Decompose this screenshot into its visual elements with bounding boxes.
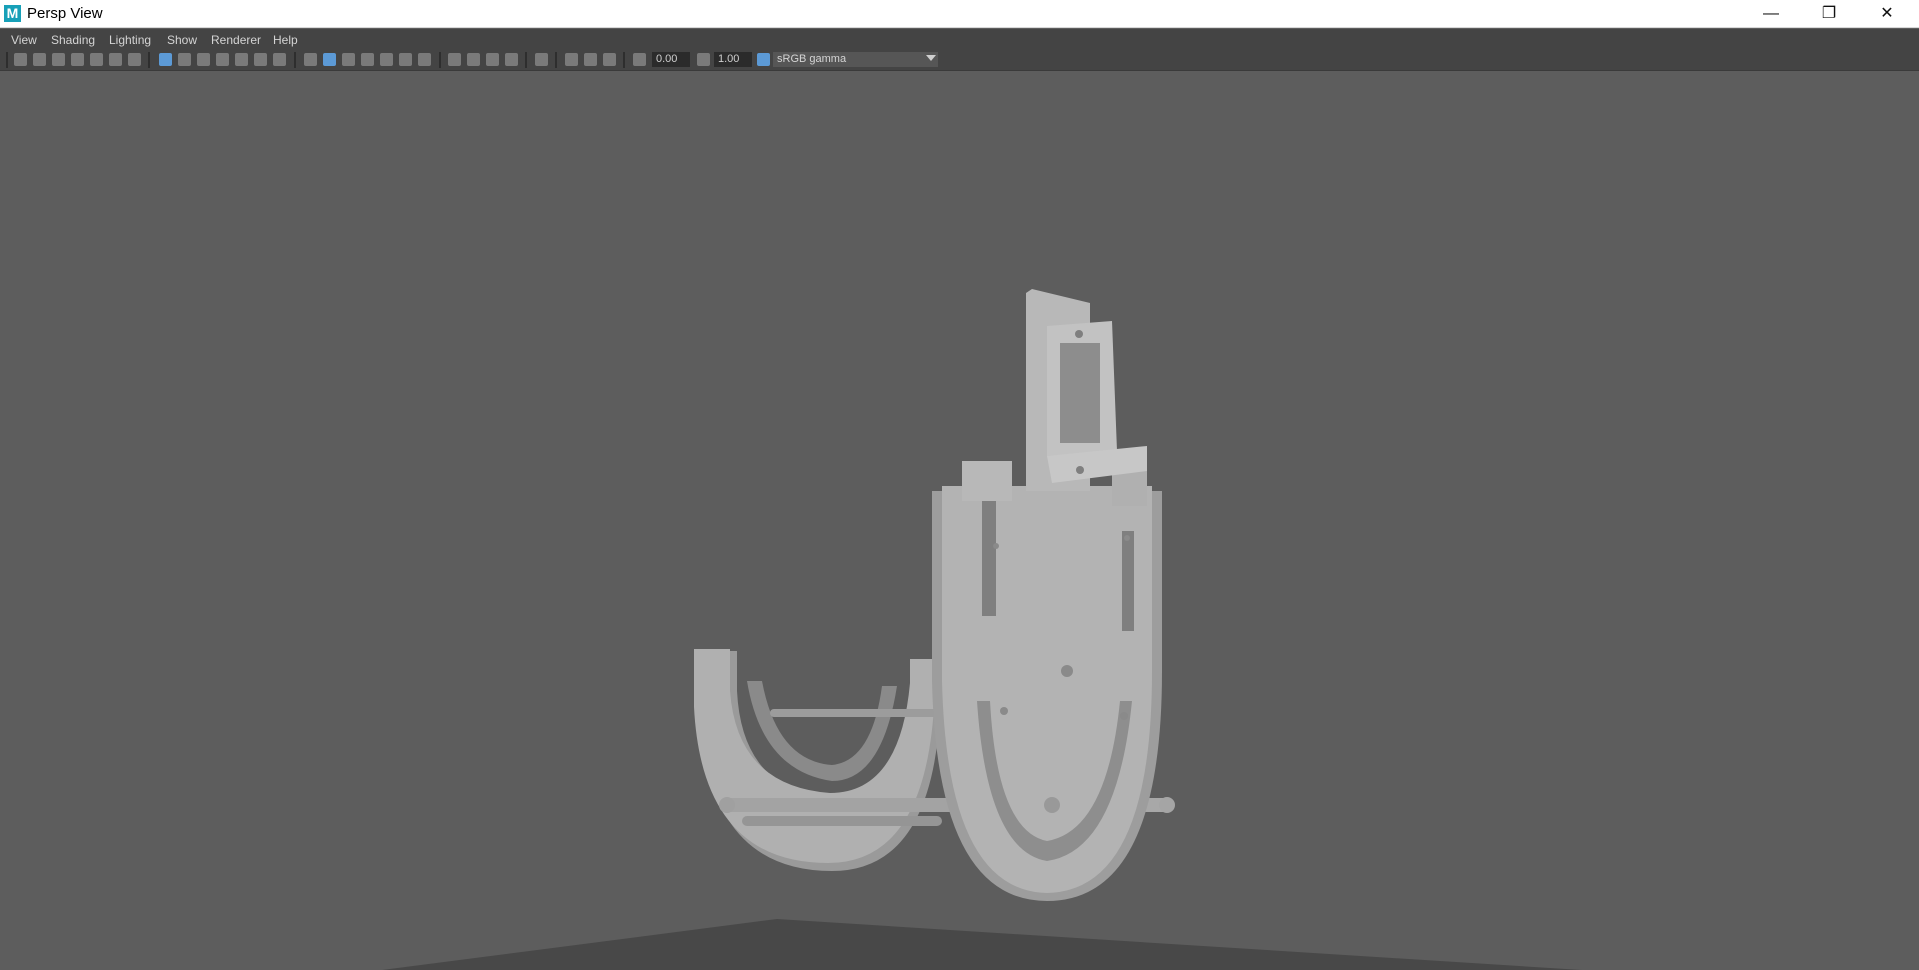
exposure-icon[interactable] (633, 53, 646, 66)
gamma-field[interactable]: 1.00 (714, 52, 752, 67)
menu-shading[interactable]: Shading (51, 33, 95, 47)
screen-space-ao-icon[interactable] (448, 53, 461, 66)
2d-pan-zoom-icon[interactable] (109, 53, 122, 66)
image-plane-icon[interactable] (52, 53, 65, 66)
grid-icon[interactable] (159, 53, 172, 66)
motion-blur-icon[interactable] (467, 53, 480, 66)
toolbar-separator (6, 52, 8, 68)
toolbar-separator (623, 52, 625, 68)
wireframe-icon[interactable] (304, 53, 317, 66)
film-gate-icon[interactable] (178, 53, 191, 66)
anti-aliasing-icon[interactable] (486, 53, 499, 66)
panel-toolbar: 0.00 1.00 sRGB gamma (0, 50, 1919, 71)
isolate-select-icon[interactable] (535, 53, 548, 66)
textured-icon[interactable] (380, 53, 393, 66)
upright-mast (1026, 289, 1147, 491)
grease-pencil-icon[interactable] (90, 53, 103, 66)
view-transform-label: sRGB gamma (777, 53, 847, 65)
right-tab (1112, 471, 1147, 506)
use-all-lights-icon[interactable] (399, 53, 412, 66)
gamma-icon[interactable] (697, 53, 710, 66)
panel-menu-bar: View Shading Lighting Show Renderer Help (0, 29, 1919, 50)
toolbar-separator (294, 52, 296, 68)
default-material-icon[interactable] (342, 53, 355, 66)
menu-lighting[interactable]: Lighting (109, 33, 151, 47)
shadows-icon[interactable] (418, 53, 431, 66)
window-title: Persp View (27, 5, 103, 22)
color-management-icon[interactable] (757, 53, 770, 66)
bookmark-icon[interactable] (71, 53, 84, 66)
close-button[interactable]: ✕ (1859, 0, 1915, 28)
maya-app-icon: M (4, 5, 21, 22)
rear-u-frame (694, 649, 940, 871)
restore-button[interactable]: ❐ (1801, 0, 1857, 28)
gate-mask-icon[interactable] (216, 53, 229, 66)
resolution-gate-icon[interactable] (197, 53, 210, 66)
rod-end-cap (1044, 797, 1060, 813)
toolbar-separator (525, 52, 527, 68)
chevron-down-icon (926, 55, 936, 61)
menu-help[interactable]: Help (273, 33, 298, 47)
smooth-shade-icon[interactable] (323, 53, 336, 66)
camera-attributes-icon[interactable] (33, 53, 46, 66)
depth-of-field-icon[interactable] (505, 53, 518, 66)
minimize-button[interactable]: — (1743, 0, 1799, 28)
pencil-icon[interactable] (128, 53, 141, 66)
rod-end-cap (1159, 797, 1175, 813)
xray-icon[interactable] (565, 53, 578, 66)
menu-view[interactable]: View (11, 33, 37, 47)
toolbar-separator (439, 52, 441, 68)
menu-renderer[interactable]: Renderer (211, 33, 261, 47)
left-tab (962, 461, 1012, 501)
backface-culling-icon[interactable] (603, 53, 616, 66)
select-camera-icon[interactable] (14, 53, 27, 66)
menu-show[interactable]: Show (167, 33, 197, 47)
safe-title-icon[interactable] (273, 53, 286, 66)
window-title-bar: M Persp View — ❐ ✕ (0, 0, 1919, 28)
rod-end-cap (719, 797, 735, 813)
toolbar-separator (148, 52, 150, 68)
perspective-viewport[interactable] (2, 71, 1917, 970)
view-transform-select[interactable]: sRGB gamma (773, 52, 938, 67)
wireframe-on-shaded-icon[interactable] (361, 53, 374, 66)
front-plate (932, 486, 1162, 901)
xray-joints-icon[interactable] (584, 53, 597, 66)
toolbar-separator (555, 52, 557, 68)
safe-action-icon[interactable] (254, 53, 267, 66)
viewport-scene (382, 289, 1582, 970)
field-chart-icon[interactable] (235, 53, 248, 66)
ground-plane (382, 919, 1582, 970)
exposure-field[interactable]: 0.00 (652, 52, 690, 67)
